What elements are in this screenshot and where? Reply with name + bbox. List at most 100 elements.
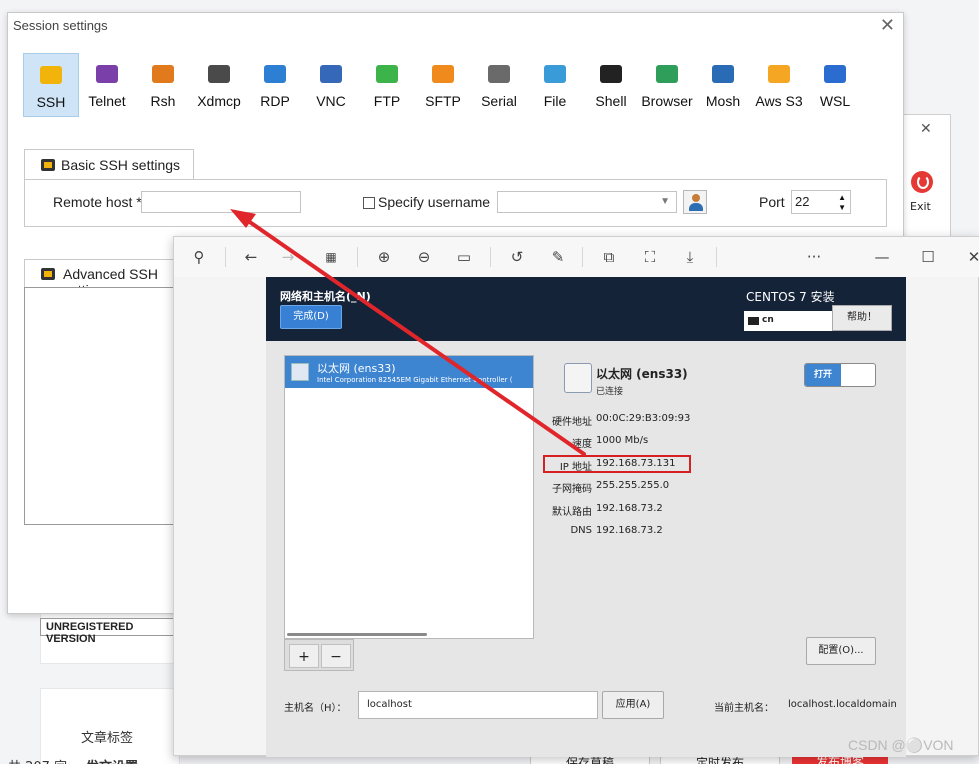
tab-shell[interactable]: Shell bbox=[583, 53, 639, 117]
crop-icon[interactable]: ⛶ bbox=[640, 247, 660, 267]
tab-ftp[interactable]: FTP bbox=[359, 53, 415, 117]
more-icon[interactable]: ··· bbox=[804, 247, 824, 267]
port-spinbox[interactable]: 22 ▲ ▼ bbox=[791, 190, 851, 214]
word-count: 共 207 字 bbox=[8, 756, 67, 764]
tab-ssh[interactable]: SSH bbox=[23, 53, 79, 117]
tab-aws-s3[interactable]: Aws S3 bbox=[751, 53, 807, 117]
edit-icon[interactable]: ✎ bbox=[548, 247, 568, 267]
add-button[interactable]: + bbox=[289, 644, 319, 668]
specify-username-checkbox[interactable] bbox=[363, 197, 375, 209]
dns-label: DNS bbox=[570, 525, 592, 536]
gateway-label: 默认路由 bbox=[552, 507, 592, 518]
sftp-icon bbox=[432, 65, 454, 83]
tab-serial[interactable]: Serial bbox=[471, 53, 527, 117]
interface-controls: + − bbox=[284, 639, 354, 671]
dialog-title: Session settings bbox=[13, 18, 108, 33]
tab-label: File bbox=[543, 93, 567, 109]
port-label: Port bbox=[759, 194, 785, 210]
session-type-tabs: SSH Telnet Rsh Xdmcp RDP VNC FTP SFTP Serial File… bbox=[23, 53, 863, 117]
spin-down-icon[interactable]: ▼ bbox=[838, 203, 846, 212]
copy-icon[interactable]: ⧉ bbox=[599, 247, 619, 267]
tab-label: Serial bbox=[481, 93, 517, 109]
tab-xdmcp[interactable]: Xdmcp bbox=[191, 53, 247, 117]
apply-button[interactable]: 应用(A) bbox=[602, 691, 664, 719]
minimize-icon[interactable]: — bbox=[872, 247, 892, 267]
maximize-icon[interactable]: ☐ bbox=[918, 247, 938, 267]
specify-username-label: Specify username bbox=[378, 194, 491, 210]
grid-icon[interactable]: ▦ bbox=[321, 247, 341, 267]
tab-rsh[interactable]: Rsh bbox=[135, 53, 191, 117]
close-icon[interactable]: ✕ bbox=[880, 15, 895, 36]
tab-mosh[interactable]: Mosh bbox=[695, 53, 751, 117]
page-title: 网络和主机名(_N) bbox=[280, 290, 371, 303]
tab-wsl[interactable]: WSL bbox=[807, 53, 863, 117]
interface-name: 以太网 (ens33) bbox=[317, 362, 396, 375]
exit-label: Exit bbox=[910, 200, 931, 213]
tab-telnet[interactable]: Telnet bbox=[79, 53, 135, 117]
netmask-value: 255.255.255.0 bbox=[596, 480, 670, 491]
wrench-icon bbox=[41, 159, 55, 171]
close-icon[interactable]: ✕ bbox=[920, 121, 932, 137]
tab-label: RDP bbox=[260, 93, 290, 109]
connection-status: 已连接 bbox=[596, 387, 624, 397]
advanced-settings-box bbox=[24, 287, 184, 525]
advanced-ssh-settings-tab[interactable]: Advanced SSH settings bbox=[24, 259, 184, 287]
remote-host-input[interactable] bbox=[141, 191, 301, 213]
interface-toggle[interactable]: 打开 bbox=[804, 363, 876, 387]
zoom-in-icon[interactable]: ⊕ bbox=[374, 247, 394, 267]
back-icon[interactable]: ← bbox=[241, 247, 261, 267]
save-icon[interactable]: ⤓ bbox=[680, 247, 700, 267]
image-viewer-window: ⚲ ← → ▦ ⊕ ⊖ ▭ ↺ ✎ ⧉ ⛶ ⤓ ··· — ☐ ✕ 网络和主机名… bbox=[173, 236, 979, 757]
xdmcp-icon bbox=[208, 65, 230, 83]
speed-value: 1000 Mb/s bbox=[596, 435, 649, 446]
keyboard-icon bbox=[748, 317, 759, 325]
hostname-input[interactable]: localhost bbox=[358, 691, 598, 719]
forward-icon[interactable]: → bbox=[278, 247, 298, 267]
interface-list: 以太网 (ens33) Intel Corporation 82545EM Gi… bbox=[284, 355, 534, 639]
user-manager-button[interactable] bbox=[683, 190, 707, 214]
zoom-out-icon[interactable]: ⊖ bbox=[414, 247, 434, 267]
tab-vnc[interactable]: VNC bbox=[303, 53, 359, 117]
pin-icon[interactable]: ⚲ bbox=[189, 247, 209, 267]
tab-label: Shell bbox=[595, 93, 627, 109]
fit-icon[interactable]: ▭ bbox=[454, 247, 474, 267]
configure-button[interactable]: 配置(O)... bbox=[806, 637, 876, 665]
basic-ssh-settings-tab[interactable]: Basic SSH settings bbox=[24, 149, 194, 179]
vnc-icon bbox=[320, 65, 342, 83]
remove-button[interactable]: − bbox=[321, 644, 351, 668]
ftp-icon bbox=[376, 65, 398, 83]
horizontal-scrollbar[interactable] bbox=[287, 633, 427, 636]
rotate-icon[interactable]: ↺ bbox=[507, 247, 527, 267]
username-combo[interactable]: ▼ bbox=[497, 191, 677, 213]
hw-address-value: 00:0C:29:B3:09:93 bbox=[596, 413, 691, 424]
power-icon[interactable] bbox=[911, 171, 933, 193]
tab-label: VNC bbox=[316, 93, 346, 109]
settings-label: 发文设置 bbox=[86, 756, 138, 764]
help-button[interactable]: 帮助！ bbox=[832, 305, 892, 331]
centos-header: 网络和主机名(_N) 完成(D) CENTOS 7 安装 cn 帮助！ bbox=[266, 277, 906, 341]
tab-file[interactable]: File bbox=[527, 53, 583, 117]
speed-label: 速度 bbox=[572, 439, 592, 450]
wrench-icon bbox=[41, 268, 55, 280]
advanced-tab-label: Advanced SSH settings bbox=[63, 266, 158, 287]
tab-label: FTP bbox=[373, 93, 401, 109]
current-hostname-value: localhost.localdomain bbox=[788, 699, 897, 710]
tab-label: Xdmcp bbox=[197, 93, 241, 109]
list-item[interactable]: 以太网 (ens33) Intel Corporation 82545EM Gi… bbox=[285, 356, 533, 388]
rdp-icon bbox=[264, 65, 286, 83]
tab-rdp[interactable]: RDP bbox=[247, 53, 303, 117]
close-icon[interactable]: ✕ bbox=[964, 247, 979, 267]
keyboard-layout[interactable]: cn bbox=[744, 311, 832, 331]
remote-host-label: Remote host * bbox=[53, 194, 142, 210]
spin-up-icon[interactable]: ▲ bbox=[838, 193, 846, 202]
telnet-icon bbox=[96, 65, 118, 83]
gateway-value: 192.168.73.2 bbox=[596, 503, 663, 514]
tab-sftp[interactable]: SFTP bbox=[415, 53, 471, 117]
watermark: CSDN @⚪VON bbox=[848, 737, 954, 753]
mosh-icon bbox=[712, 65, 734, 83]
rsh-icon bbox=[152, 65, 174, 83]
port-value: 22 bbox=[795, 194, 810, 209]
tab-browser[interactable]: Browser bbox=[639, 53, 695, 117]
ethernet-icon bbox=[564, 363, 592, 393]
done-button[interactable]: 完成(D) bbox=[280, 305, 342, 329]
